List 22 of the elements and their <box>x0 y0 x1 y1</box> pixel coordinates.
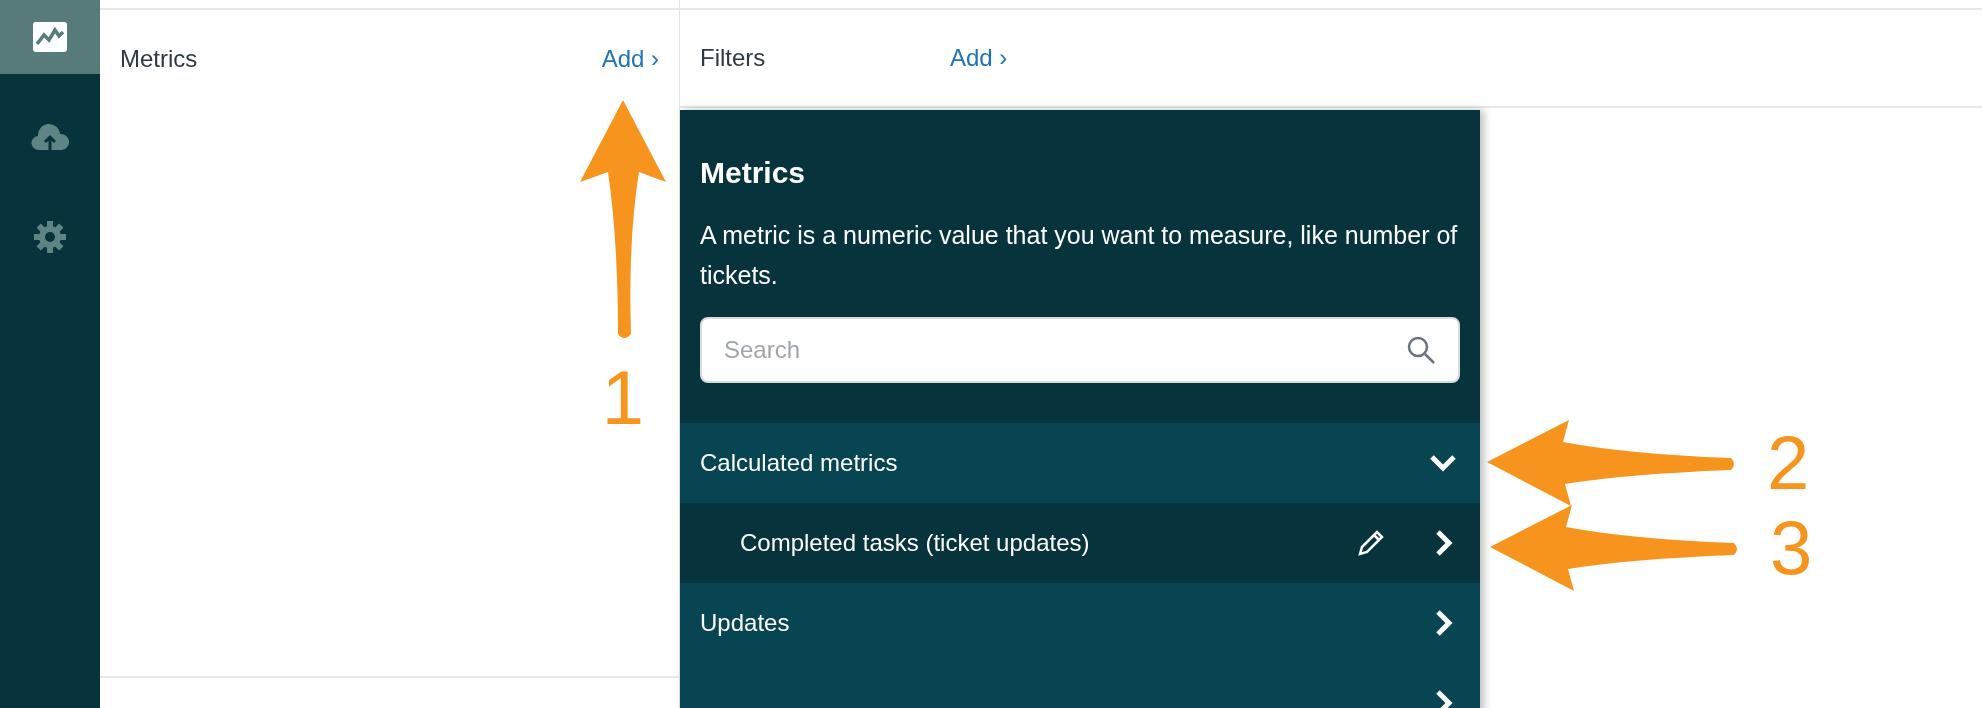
item-label: Updates <box>700 608 791 638</box>
search-field[interactable]: Search <box>700 317 1460 383</box>
metrics-label: Metrics <box>120 44 198 74</box>
filters-label: Filters <box>700 43 767 73</box>
dropdown-title: Metrics <box>700 155 807 191</box>
cloud-upload-icon <box>31 122 69 152</box>
item-label: Calculated metrics <box>700 448 899 478</box>
pencil-icon[interactable] <box>1356 528 1386 558</box>
item-label: Completed tasks (ticket updates) <box>740 528 1091 558</box>
category-item[interactable]: Calculated metrics <box>680 423 1480 503</box>
annotation-number: 1 <box>601 360 645 436</box>
chart-icon <box>33 22 67 52</box>
dropdown-description: A metric is a numeric value that you want to measure, like number of tickets. <box>700 220 1459 291</box>
add-link[interactable]: Add › <box>601 41 659 77</box>
annotation-number: 2 <box>1767 425 1810 501</box>
annotation-number: 3 <box>1770 510 1813 586</box>
search-icon <box>1406 335 1436 365</box>
category-item[interactable]: Updates <box>680 583 1480 663</box>
add-link[interactable]: Add › <box>950 40 1008 76</box>
settings-icon <box>33 220 67 254</box>
sidebar-item[interactable] <box>0 0 100 74</box>
metric-item[interactable]: Completed tasks (ticket updates) <box>680 503 1480 583</box>
